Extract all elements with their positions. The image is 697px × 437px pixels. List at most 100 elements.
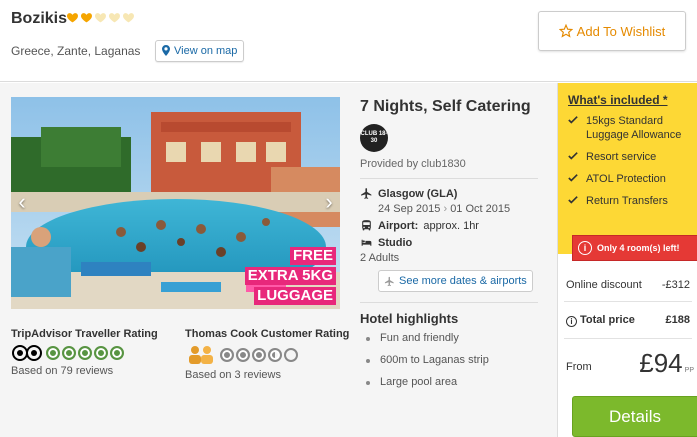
highlight-item: Large pool area <box>360 376 538 388</box>
customers-icon <box>189 346 213 364</box>
per-person-label: PP <box>684 367 694 374</box>
included-item: 15kgs Standard Luggage Allowance <box>566 114 689 142</box>
plane-icon <box>384 276 394 286</box>
from-price: £94 <box>639 348 683 378</box>
rating-dot <box>62 346 76 360</box>
travel-dates: 24 Sep 2015 › 01 Oct 2015 <box>378 203 538 215</box>
holiday-title: 7 Nights, Self Catering <box>360 98 531 115</box>
thomascook-rating-title: Thomas Cook Customer Rating <box>185 328 350 340</box>
thomascook-score-dots <box>220 348 298 362</box>
view-on-map-label: View on map <box>174 45 238 57</box>
rating-dot <box>46 346 60 360</box>
from-price-row: From £94 PP <box>566 348 694 379</box>
check-icon <box>568 152 578 160</box>
bed-icon <box>361 239 372 246</box>
included-item-label: ATOL Protection <box>586 173 666 185</box>
included-item: Resort service <box>566 150 689 164</box>
discount-label: Online discount <box>566 279 642 291</box>
divider <box>564 338 692 339</box>
bus-icon <box>362 220 371 231</box>
promo-line: LUGGAGE <box>254 287 336 305</box>
view-on-map-button[interactable]: View on map <box>155 40 245 62</box>
info-icon[interactable]: i <box>566 316 577 327</box>
date-return: 01 Oct 2015 <box>450 203 511 215</box>
provided-by: Provided by club1830 <box>360 158 466 170</box>
hotel-highlights-list: Fun and friendly 600m to Laganas strip L… <box>360 332 538 388</box>
airport-transfer-label: Airport: <box>378 219 419 232</box>
photo-next-arrow[interactable]: › <box>320 187 338 217</box>
club1830-logo: CLUB 18-30 <box>360 124 388 152</box>
hotel-name: Bozikis <box>11 10 68 27</box>
hotel-rating <box>66 11 135 24</box>
see-more-dates-label: See more dates & airports <box>399 275 527 287</box>
photo-prev-arrow[interactable]: ‹ <box>13 187 31 217</box>
total-price-value: £188 <box>665 314 690 326</box>
included-item-label: 15kgs Standard Luggage Allowance <box>586 115 682 141</box>
heart-icon <box>95 13 106 23</box>
included-item-label: Return Transfers <box>586 195 668 207</box>
info-icon: i <box>578 241 592 255</box>
hotel-card-body: ‹ › FREE EXTRA 5KG LUGGAGE TripAdvisor T… <box>0 83 697 437</box>
check-icon <box>568 174 578 182</box>
heart-icon <box>109 13 120 23</box>
promo-line: EXTRA 5KG <box>244 267 336 285</box>
total-price-row: i Total price £188 <box>566 314 690 327</box>
rating-dot <box>110 346 124 360</box>
included-item: Return Transfers <box>566 194 689 208</box>
tripadvisor-owl-icon <box>12 345 42 361</box>
holiday-details: 7 Nights, Self Catering CLUB 18-30 Provi… <box>360 97 538 398</box>
luggage-promo-badge: FREE EXTRA 5KG LUGGAGE <box>244 245 336 305</box>
add-to-wishlist-button[interactable]: Add To Wishlist <box>538 11 686 51</box>
rating-dot <box>284 348 298 362</box>
map-pin-icon <box>162 45 170 56</box>
rating-dot <box>94 346 108 360</box>
included-item: ATOL Protection <box>566 172 689 186</box>
check-icon <box>568 196 578 204</box>
occupancy: 2 Adults <box>360 252 400 264</box>
heart-icon <box>123 13 134 23</box>
see-more-dates-button[interactable]: See more dates & airports <box>378 270 533 292</box>
from-label: From <box>566 361 592 373</box>
discount-value: -£312 <box>661 279 690 291</box>
whats-included-link[interactable]: What's included * <box>568 93 689 107</box>
heart-icon <box>67 13 78 23</box>
transfer-row: Airport: approx. 1hr <box>360 219 538 232</box>
highlight-item: 600m to Laganas strip <box>360 354 538 366</box>
hotel-location: Greece, Zante, Laganas <box>11 44 141 58</box>
promo-line: FREE <box>289 247 336 265</box>
room-type: Studio <box>378 236 413 249</box>
rating-dot <box>252 348 266 362</box>
included-list: 15kgs Standard Luggage Allowance Resort … <box>566 114 689 208</box>
rating-dot <box>78 346 92 360</box>
online-discount-row: Online discount -£312 <box>566 279 690 291</box>
plane-icon <box>361 188 372 199</box>
rooms-left-text: Only 4 room(s) left! <box>597 243 680 253</box>
hotel-photo: ‹ › FREE EXTRA 5KG LUGGAGE <box>11 97 340 309</box>
rating-dot <box>220 348 234 362</box>
whats-included: What's included * 15kgs Standard Luggage… <box>558 83 697 261</box>
flight-row: Glasgow (GLA) <box>360 187 538 200</box>
date-out: 24 Sep 2015 <box>378 203 441 215</box>
wishlist-label: Add To Wishlist <box>576 23 666 39</box>
rating-dot <box>268 348 282 362</box>
room-row: Studio <box>360 236 538 249</box>
rooms-left-alert: i Only 4 room(s) left! <box>572 235 697 261</box>
thomascook-review-count: Based on 3 reviews <box>185 369 281 381</box>
included-item-label: Resort service <box>586 151 657 163</box>
departure-airport: Glasgow (GLA) <box>378 187 458 200</box>
hotel-highlights-title: Hotel highlights <box>360 311 459 326</box>
thomascook-rating: Thomas Cook Customer Rating Based on 3 r… <box>185 328 349 381</box>
details-button[interactable]: Details <box>572 396 697 437</box>
airport-transfer-value: approx. 1hr <box>423 219 479 232</box>
total-price-label: Total price <box>580 314 635 326</box>
divider <box>360 178 538 179</box>
divider <box>360 302 538 303</box>
price-panel: What's included * 15kgs Standard Luggage… <box>557 83 697 437</box>
rating-dot <box>236 348 250 362</box>
hotel-header: Bozikis Greece, Zante, Laganas View on m… <box>0 0 697 82</box>
tripadvisor-score-dots <box>46 346 124 360</box>
star-icon <box>558 24 573 38</box>
heart-icon <box>81 13 92 23</box>
divider <box>564 301 692 302</box>
highlight-item: Fun and friendly <box>360 332 538 344</box>
